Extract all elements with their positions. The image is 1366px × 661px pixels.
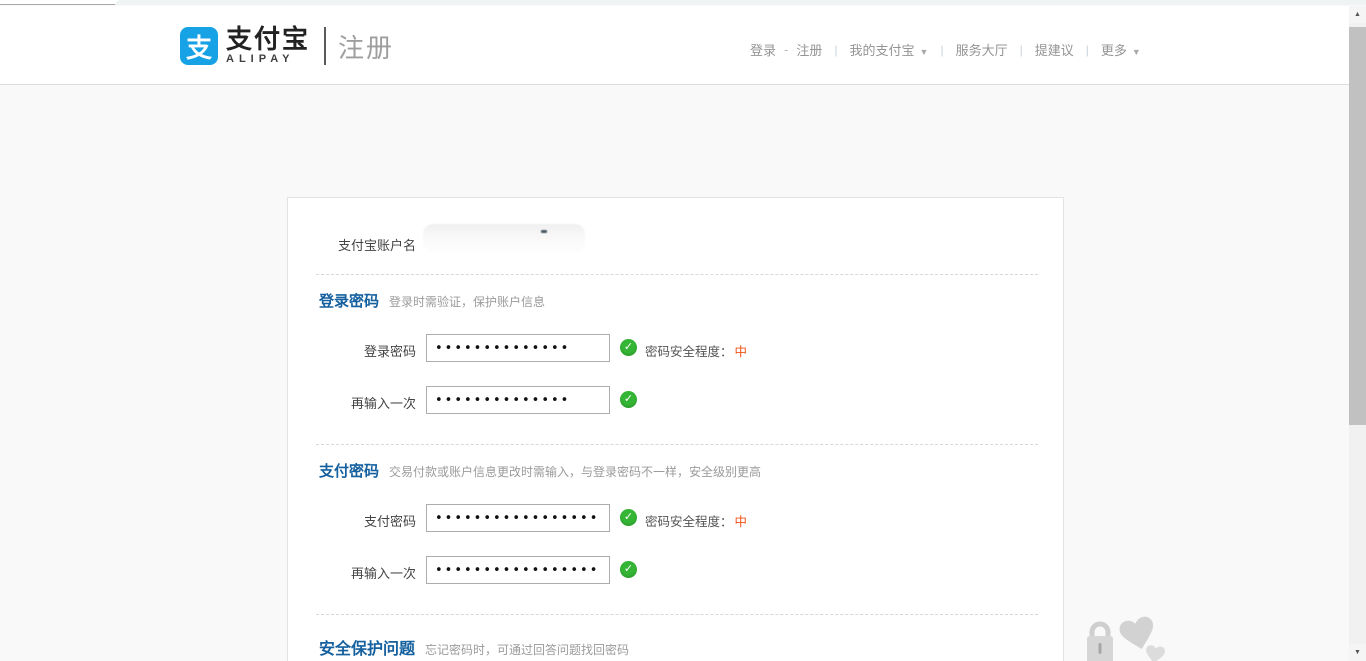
redaction-mark xyxy=(541,230,547,233)
pay-password-desc: 交易付款或账户信息更改时需输入，与登录密码不一样，安全级别更高 xyxy=(389,463,761,480)
login-password-title: 登录密码 xyxy=(319,290,379,311)
login-password-repeat-label: 再输入一次 xyxy=(288,393,416,412)
pay-password-title: 支付密码 xyxy=(319,460,379,481)
strength-label: 密码安全程度： xyxy=(645,515,733,529)
nav-separator: | xyxy=(834,43,837,57)
pay-password-strength: 密码安全程度：中 xyxy=(645,511,747,530)
top-nav: 登录 - 注册 | 我的支付宝 ▼ | 服务大厅 | 提建议 | 更多 ▼ xyxy=(750,40,1141,59)
page-title: 注册 xyxy=(338,28,394,65)
progress-steps: 1 2 3 ✓ 创建账户 填写账户信息 企业实名认证 注册成功 xyxy=(0,86,1349,186)
scrollbar-down-button[interactable]: ▼ xyxy=(1349,644,1366,661)
pay-password-input[interactable] xyxy=(426,504,610,532)
login-password-section-head: 登录密码 登录时需验证，保护账户信息 xyxy=(319,290,545,311)
pay-password-repeat-label: 再输入一次 xyxy=(288,563,416,582)
registration-form-card: 支付宝账户名 登录密码 登录时需验证，保护账户信息 登录密码 ✓ 密码安全程度：… xyxy=(287,197,1064,661)
nav-suggestion-link[interactable]: 提建议 xyxy=(1035,40,1074,59)
security-question-title: 安全保护问题 xyxy=(319,635,415,659)
account-name-label: 支付宝账户名 xyxy=(288,235,416,254)
alipay-logo-icon: 支 xyxy=(180,27,218,65)
security-question-section-head: 安全保护问题 忘记密码时，可通过回答问题找回密码 xyxy=(319,635,629,659)
login-password-desc: 登录时需验证，保护账户信息 xyxy=(389,293,545,310)
login-password-field-label: 登录密码 xyxy=(288,341,416,360)
header: 支 支付宝 ALIPAY 注册 登录 - 注册 | 我的支付宝 ▼ | 服务大厅 … xyxy=(0,6,1349,85)
brand-name-cn: 支付宝 xyxy=(226,26,310,52)
strength-label: 密码安全程度： xyxy=(645,345,733,359)
nav-service-hall-link[interactable]: 服务大厅 xyxy=(956,40,1008,59)
lock-icon xyxy=(1083,618,1117,661)
section-divider xyxy=(316,444,1038,445)
login-password-repeat-input[interactable] xyxy=(426,386,610,414)
alipay-logo[interactable]: 支 支付宝 ALIPAY 注册 xyxy=(180,26,394,66)
success-check-icon: ✓ xyxy=(620,339,637,356)
nav-separator: | xyxy=(1020,43,1023,57)
scrollbar[interactable]: ▲ ▼ xyxy=(1349,6,1366,661)
browser-edge-strip xyxy=(0,0,1366,5)
scrollbar-up-button[interactable]: ▲ xyxy=(1349,6,1366,23)
heart-icon-small xyxy=(1143,644,1167,661)
nav-separator: | xyxy=(940,43,943,57)
logo-divider xyxy=(324,27,326,65)
success-check-icon: ✓ xyxy=(620,561,637,578)
alipay-logo-glyph: 支 xyxy=(186,28,212,65)
login-password-strength: 密码安全程度：中 xyxy=(645,341,747,360)
section-divider xyxy=(316,614,1038,615)
pay-password-repeat-input[interactable] xyxy=(426,556,610,584)
brand-name-en: ALIPAY xyxy=(226,53,310,66)
nav-my-alipay-link[interactable]: 我的支付宝 ▼ xyxy=(850,40,929,59)
pay-password-field-label: 支付密码 xyxy=(288,511,416,530)
login-password-input[interactable] xyxy=(426,334,610,362)
nav-my-alipay-label: 我的支付宝 xyxy=(850,43,915,58)
success-check-icon: ✓ xyxy=(620,391,637,408)
scrollbar-thumb[interactable] xyxy=(1349,27,1366,425)
nav-separator: | xyxy=(1086,43,1089,57)
nav-more-link[interactable]: 更多 ▼ xyxy=(1101,40,1141,59)
nav-register-link[interactable]: 注册 xyxy=(796,40,822,59)
chevron-down-icon: ▼ xyxy=(1132,47,1141,57)
section-divider xyxy=(316,274,1038,275)
success-check-icon: ✓ xyxy=(620,509,637,526)
browser-tab-sliver xyxy=(115,0,1366,5)
strength-value: 中 xyxy=(735,515,748,529)
nav-login-link[interactable]: 登录 xyxy=(750,40,776,59)
nav-more-label: 更多 xyxy=(1101,43,1127,58)
strength-value: 中 xyxy=(735,345,748,359)
chevron-down-icon: ▼ xyxy=(920,47,929,57)
account-name-redacted xyxy=(423,224,585,252)
nav-dash: - xyxy=(784,42,788,57)
security-question-desc: 忘记密码时，可通过回答问题找回密码 xyxy=(425,641,629,658)
pay-password-section-head: 支付密码 交易付款或账户信息更改时需输入，与登录密码不一样，安全级别更高 xyxy=(319,460,761,481)
brand-text: 支付宝 ALIPAY xyxy=(226,26,310,66)
